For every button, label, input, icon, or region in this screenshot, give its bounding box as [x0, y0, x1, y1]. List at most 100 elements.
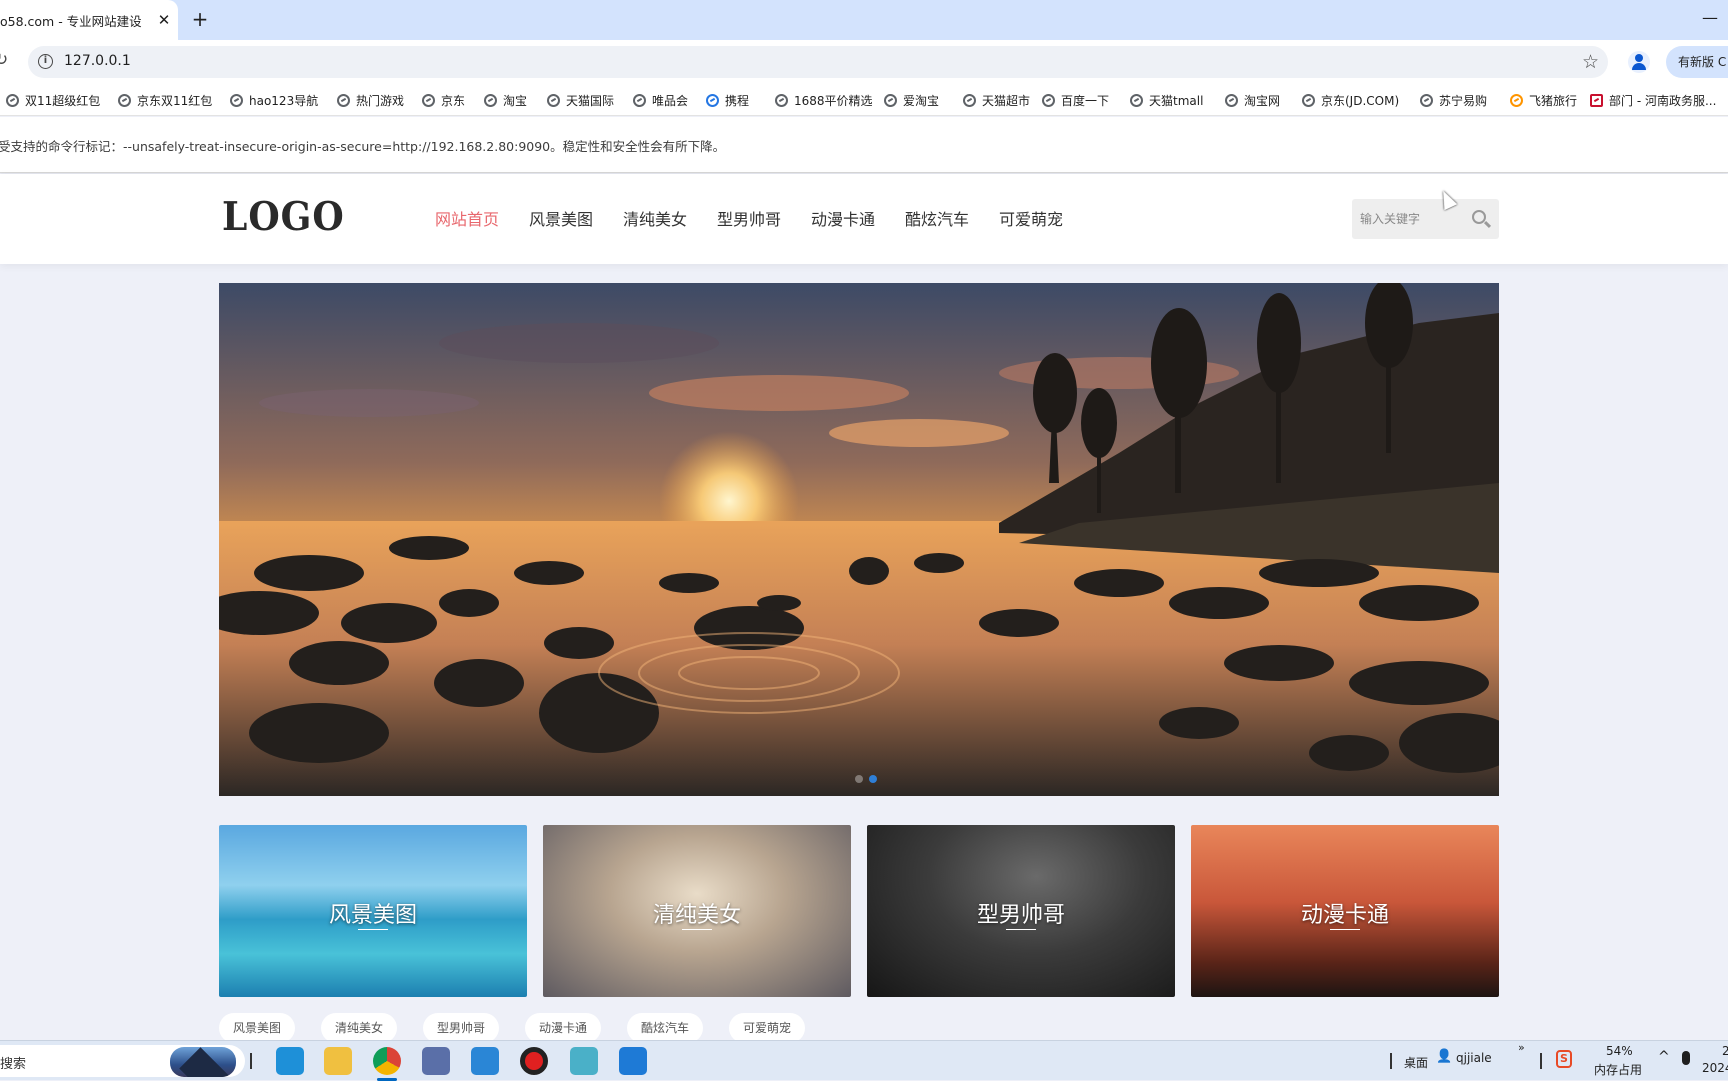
tab-title: o58.com - 专业网站建设 -	[0, 13, 142, 29]
gov-icon	[1590, 93, 1603, 107]
minimize-icon[interactable]: —	[1698, 8, 1722, 32]
bookmark-item[interactable]: 1688平价精选	[775, 91, 873, 109]
more-chevron-icon[interactable]: »	[1518, 1041, 1525, 1054]
nav-item[interactable]: 网站首页	[435, 206, 499, 230]
bookmark-star-icon[interactable]: ☆	[1582, 51, 1599, 73]
bookmark-item[interactable]: 飞猪旅行	[1510, 91, 1577, 109]
fliggy-icon	[1510, 93, 1523, 107]
file-explorer-icon[interactable]	[324, 1047, 352, 1075]
bookmark-item[interactable]: 天猫tmall	[1130, 91, 1203, 109]
ctrip-icon	[706, 93, 719, 107]
new-tab-button[interactable]: +	[188, 8, 212, 32]
sogou-input-icon[interactable]: S	[1556, 1050, 1572, 1068]
profile-icon[interactable]	[1628, 51, 1650, 73]
bookmark-item[interactable]: 爱淘宝	[884, 91, 939, 109]
nav-item[interactable]: 风景美图	[529, 206, 593, 230]
globe-icon	[337, 93, 350, 107]
bookmark-item[interactable]: 京东双11红包	[118, 91, 212, 109]
clock-date[interactable]: 2024	[1702, 1061, 1728, 1075]
chevron-up-icon[interactable]: ^	[1658, 1049, 1670, 1065]
globe-icon	[422, 93, 435, 107]
category-tag[interactable]: 型男帅哥	[423, 1013, 500, 1043]
update-button[interactable]: 有新版 C	[1666, 46, 1728, 78]
site-logo[interactable]: LOGO	[222, 194, 345, 240]
address-bar[interactable]: i 127.0.0.1 ☆	[28, 46, 1608, 78]
notes-icon[interactable]	[570, 1047, 598, 1075]
bookmark-item[interactable]: 携程	[706, 91, 749, 109]
card-underline	[1006, 929, 1036, 930]
edge-icon[interactable]	[276, 1047, 304, 1075]
bookmark-item[interactable]: 百度一下	[1042, 91, 1109, 109]
search-box	[1352, 199, 1499, 239]
record-icon[interactable]	[520, 1047, 548, 1075]
bookmark-item[interactable]: 淘宝网	[1225, 91, 1280, 109]
browser-tab[interactable]: o58.com - 专业网站建设 - ✕	[0, 0, 178, 40]
bookmark-label: 天猫超市	[982, 93, 1031, 108]
taskbar-divider	[1540, 1053, 1542, 1069]
tab-close-icon[interactable]: ✕	[154, 10, 174, 30]
category-tag[interactable]: 动漫卡通	[525, 1013, 602, 1043]
category-tag[interactable]: 可爱萌宠	[729, 1013, 806, 1043]
category-card[interactable]: 型男帅哥	[867, 825, 1175, 997]
browser-toolbar: ↻ i 127.0.0.1 ☆ 有新版 C	[0, 40, 1728, 84]
bookmark-label: 携程	[725, 93, 750, 108]
card-underline	[1330, 929, 1360, 930]
bookmark-label: 1688平价精选	[794, 93, 873, 108]
banner-dot[interactable]	[855, 775, 863, 783]
nav-item[interactable]: 型男帅哥	[717, 206, 781, 230]
hero-banner[interactable]	[219, 283, 1499, 796]
user-label[interactable]: qjjiale	[1456, 1051, 1492, 1065]
category-card[interactable]: 风景美图	[219, 825, 527, 997]
bookmark-item[interactable]: 天猫国际	[547, 91, 614, 109]
desktop-toolbar-label[interactable]: 桌面	[1404, 1054, 1428, 1071]
site-info-icon[interactable]: i	[38, 54, 53, 69]
bookmark-item[interactable]: 京东(JD.COM)	[1302, 91, 1399, 109]
globe-icon	[1042, 93, 1055, 107]
bookmark-item[interactable]: 双11超级红包	[6, 91, 100, 109]
chrome-icon[interactable]	[373, 1047, 401, 1081]
app-icon[interactable]	[422, 1047, 450, 1075]
bookmark-item[interactable]: 部门 - 河南政务服...	[1590, 91, 1716, 109]
url-text[interactable]: 127.0.0.1	[64, 53, 131, 69]
nav-item[interactable]: 动漫卡通	[811, 206, 875, 230]
nav-item[interactable]: 清纯美女	[623, 206, 687, 230]
globe-icon	[118, 93, 131, 107]
bookmark-label: 京东双11红包	[137, 93, 213, 108]
bookmark-item[interactable]: 京东	[422, 91, 465, 109]
bookmark-item[interactable]: hao123导航	[230, 91, 318, 109]
bookmark-label: 飞猪旅行	[1529, 93, 1578, 108]
search-icon[interactable]	[1472, 210, 1486, 224]
taskbar-divider	[250, 1053, 252, 1069]
globe-icon	[547, 93, 560, 107]
bookmark-item[interactable]: 天猫超市	[963, 91, 1030, 109]
taskbar-divider	[1390, 1053, 1392, 1069]
bookmark-item[interactable]: 唯品会	[633, 91, 688, 109]
banner-image	[219, 283, 1499, 796]
microphone-icon[interactable]	[1682, 1051, 1690, 1065]
clock-time[interactable]: 2	[1722, 1044, 1728, 1058]
nav-item[interactable]: 酷炫汽车	[905, 206, 969, 230]
edge-icon[interactable]	[471, 1047, 499, 1075]
reload-icon[interactable]: ↻	[0, 50, 14, 74]
banner-dot[interactable]	[869, 775, 877, 783]
bookmark-item[interactable]: 淘宝	[484, 91, 527, 109]
category-card-label: 风景美图	[328, 903, 417, 928]
category-tag[interactable]: 风景美图	[219, 1013, 296, 1043]
globe-icon	[775, 93, 788, 107]
memory-percent: 54%	[1606, 1044, 1633, 1058]
category-card[interactable]: 动漫卡通	[1191, 825, 1499, 997]
bookmark-item[interactable]: 苏宁易购	[1420, 91, 1487, 109]
bookmark-item[interactable]: 热门游戏	[337, 91, 404, 109]
category-tag[interactable]: 酷炫汽车	[627, 1013, 704, 1043]
category-card-label: 清纯美女	[652, 903, 741, 928]
site-header: LOGO 网站首页 风景美图 清纯美女 型男帅哥 动漫卡通 酷炫汽车 可爱萌宠	[0, 174, 1728, 264]
p-app-icon[interactable]	[619, 1047, 647, 1075]
category-card[interactable]: 清纯美女	[543, 825, 851, 997]
bookmarks-bar: 双11超级红包 京东双11红包 hao123导航 热门游戏 京东 淘宝 天猫国际 唯品会 携程 1…	[0, 84, 1728, 116]
category-tag[interactable]: 清纯美女	[321, 1013, 398, 1043]
bookmark-label: 淘宝	[503, 93, 528, 108]
nav-item[interactable]: 可爱萌宠	[999, 206, 1063, 230]
search-highlight-image[interactable]	[170, 1047, 236, 1077]
infobar-message: 受支持的命令行标记：--unsafely-treat-insecure-orig…	[0, 139, 726, 154]
taskbar-search[interactable]: 搜索	[0, 1045, 245, 1077]
